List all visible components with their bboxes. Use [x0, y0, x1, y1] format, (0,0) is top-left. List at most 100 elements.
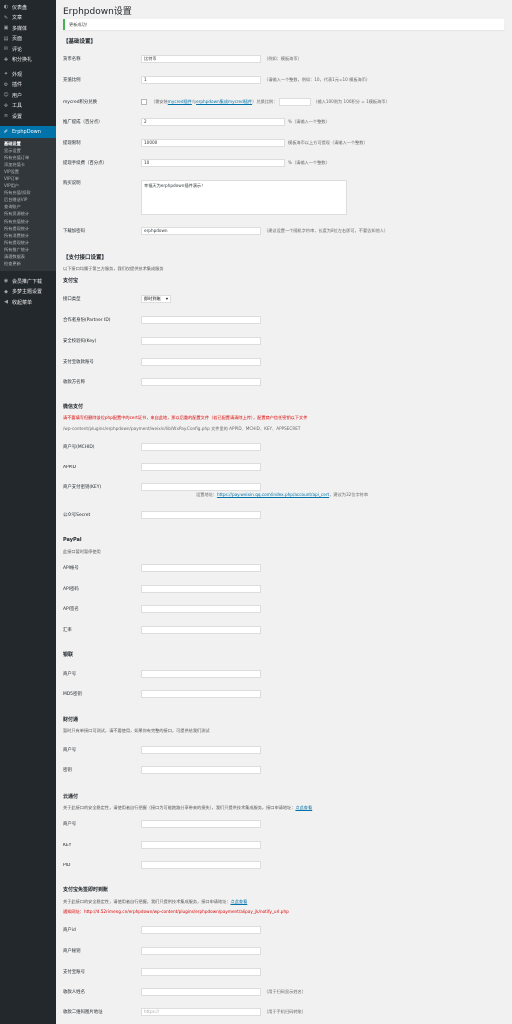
- alipay-instant-apply-link[interactable]: 点此查看: [231, 899, 248, 904]
- paypal-api-password-input[interactable]: [141, 585, 261, 593]
- wechat-appid-input[interactable]: [141, 463, 261, 471]
- sidebar-item-dashboard[interactable]: ◐ 仪表盘: [0, 2, 56, 13]
- sidebar-subitem[interactable]: 所有资源统计: [0, 210, 56, 217]
- download-key-input[interactable]: erphpdown: [141, 227, 261, 235]
- download-key-row: 下载加密码 erphpdown （建议设置一个随机字符串，长度为8位左右即可，不要告…: [63, 227, 503, 235]
- sidebar-item-label: 页面: [12, 36, 23, 43]
- unionpay-merchant-label: 商户号: [63, 672, 77, 677]
- wechat-appid-row: APPID: [63, 463, 503, 471]
- paypal-api-password-row: API密码: [63, 585, 503, 593]
- sidebar-subitem[interactable]: 所有充值统计: [0, 218, 56, 225]
- sidebar-item-media[interactable]: ▣ 多媒体: [0, 23, 56, 34]
- sidebar-subitem[interactable]: 所有消费统计: [0, 232, 56, 239]
- sidebar-subitem[interactable]: 查询账户: [0, 203, 56, 210]
- sidebar-item-label: 评论: [12, 46, 23, 53]
- alipay-type-value: 即时到账: [144, 296, 161, 301]
- tenpay-merchant-input[interactable]: [141, 746, 261, 754]
- sidebar-subitem[interactable]: 显示设置: [0, 147, 56, 154]
- alipay-partner-input[interactable]: [141, 316, 261, 324]
- alipay-account-input[interactable]: [141, 358, 261, 366]
- withdraw-fee-row: 提现手续费（百分点） 10 %（请输入一个整数）: [63, 159, 503, 167]
- cloudpay-merchant-input[interactable]: [141, 820, 261, 828]
- alipay-instant-pid-input[interactable]: [141, 926, 261, 934]
- cloudpay-key-input[interactable]: [141, 841, 261, 849]
- alipay-name-label: 收款方名称: [63, 380, 85, 385]
- sidebar-item-appearance[interactable]: ✦ 外观: [0, 69, 56, 80]
- sidebar-item-theme[interactable]: ◆ 多梦主题设置: [0, 287, 56, 298]
- mycred-checkbox[interactable]: [141, 99, 147, 105]
- sidebar-submenu: 基础设置 显示设置 所有充值订单 添加充值卡 VIP设置 VIP订单 VIP用户 所有充值/扣…: [0, 137, 56, 272]
- buy-desc-textarea[interactable]: 幸福天为erphpdown插件演示！: [141, 180, 347, 215]
- sidebar-subitem[interactable]: 所有充值/扣款: [0, 189, 56, 196]
- alipay-name-input[interactable]: [141, 378, 261, 386]
- tenpay-key-input[interactable]: [141, 766, 261, 774]
- wechat-key-input[interactable]: [141, 483, 261, 491]
- unionpay-md5-input[interactable]: [141, 690, 261, 698]
- mycred-ratio-input[interactable]: [279, 98, 312, 106]
- alipay-instant-name-input[interactable]: [141, 988, 261, 996]
- sidebar-subitem[interactable]: VIP设置: [0, 168, 56, 175]
- paypal-api-user-label: API帐号: [63, 566, 79, 571]
- mycred-integration-link[interactable]: erphpdown集成mycred插件: [196, 99, 252, 104]
- sidebar-subitem[interactable]: 添加充值卡: [0, 161, 56, 168]
- promo-commission-input[interactable]: 2: [141, 118, 285, 126]
- unionpay-merchant-input[interactable]: [141, 670, 261, 678]
- paypal-api-signature-input[interactable]: [141, 605, 261, 613]
- sidebar-item-member[interactable]: ◉ 会员推广下载: [0, 276, 56, 287]
- sidebar-subitem[interactable]: 基础设置: [0, 140, 56, 147]
- recharge-ratio-input[interactable]: 1: [141, 76, 261, 84]
- sidebar-item-tools[interactable]: ✜ 工具: [0, 101, 56, 112]
- cloudpay-pid-row: PID: [63, 861, 503, 869]
- sidebar-subitem[interactable]: 所有推广统计: [0, 246, 56, 253]
- alipay-instant-desc: 关于此接口的安全稳定性，请使用者自行把握，我们只提供技术集成服务，接口申请地址：…: [63, 899, 248, 904]
- sidebar-item-page[interactable]: ▤ 页面: [0, 34, 56, 45]
- sidebar-item-label: 多梦主题设置: [12, 289, 43, 296]
- sidebar-subitem[interactable]: 后台赠送VIP: [0, 196, 56, 203]
- settings-icon: ≡: [3, 113, 9, 120]
- cloudpay-pid-label: PID: [63, 862, 71, 868]
- sidebar-item-users[interactable]: ☺ 用户: [0, 90, 56, 101]
- alipay-account-label: 支付宝收款账号: [63, 360, 94, 365]
- sidebar-item-label: 多媒体: [12, 25, 28, 32]
- mycred-plugin-link[interactable]: mycred插件: [168, 99, 192, 104]
- tenpay-key-label: 密钥: [63, 768, 72, 773]
- wechat-mchid-input[interactable]: [141, 443, 261, 451]
- sidebar-subitem[interactable]: VIP订单: [0, 175, 56, 182]
- sidebar-item-points[interactable]: ✚ 积分换礼: [0, 55, 56, 66]
- sidebar-subitem[interactable]: 检查更新: [0, 260, 56, 267]
- sidebar-subitem[interactable]: 所有充值订单: [0, 154, 56, 161]
- withdraw-limit-row: 提现限制 10000 模板海币以上方可提现（请输入一个整数）: [63, 139, 503, 147]
- sidebar-subitem[interactable]: 清理数据表: [0, 253, 56, 260]
- sidebar-subitem[interactable]: 所有提现统计: [0, 239, 56, 246]
- sidebar-item-plugin[interactable]: ⚙ 插件: [0, 80, 56, 91]
- paypal-api-user-input[interactable]: [141, 564, 261, 572]
- cloudpay-pid-input[interactable]: [141, 861, 261, 869]
- wechat-secret-input[interactable]: [141, 511, 261, 519]
- alipay-instant-secret-input[interactable]: [141, 947, 261, 955]
- wechat-api-cert-link[interactable]: https://pay.weixin.qq.com/index.php/acco…: [217, 492, 329, 497]
- alipay-partner-label: 合作者身份(Partner ID): [63, 318, 111, 323]
- sidebar-item-label: 工具: [12, 103, 23, 110]
- cloudpay-key-row: KEY: [63, 841, 503, 849]
- sidebar-item-collapse[interactable]: ◀ 收起菜单: [0, 297, 56, 308]
- unionpay-md5-label: MD5密钥: [63, 692, 82, 697]
- sidebar-item-comment[interactable]: ✉ 评论: [0, 44, 56, 55]
- withdraw-fee-input[interactable]: 10: [141, 159, 285, 167]
- cloudpay-apply-link[interactable]: 点此查看: [295, 805, 312, 810]
- download-key-note: （建议设置一个随机字符串，长度为8位左右即可，不要告知他人）: [264, 228, 389, 233]
- sidebar-subitem[interactable]: 所有提现统计: [0, 225, 56, 232]
- chevron-down-icon: ▾: [165, 296, 168, 301]
- sidebar-subitem[interactable]: VIP用户: [0, 182, 56, 189]
- sidebar-item-erphpdown[interactable]: ✐ ErphpDown: [0, 125, 56, 138]
- alipay-type-select[interactable]: 即时到账 ▾: [141, 295, 171, 303]
- sidebar-item-pin[interactable]: ✎ 文章: [0, 13, 56, 24]
- currency-name-input[interactable]: 比特币: [141, 55, 261, 63]
- alipay-key-input[interactable]: [141, 337, 261, 345]
- alipay-instant-account-row: 支付宝账号: [63, 968, 503, 976]
- sidebar-item-settings[interactable]: ≡ 设置: [0, 111, 56, 122]
- dashboard-icon: ◐: [3, 4, 9, 11]
- alipay-instant-account-input[interactable]: [141, 968, 261, 976]
- withdraw-limit-input[interactable]: 10000: [141, 139, 285, 147]
- paypal-rate-input[interactable]: [141, 626, 261, 634]
- alipay-instant-qr-input[interactable]: https://: [141, 1008, 261, 1016]
